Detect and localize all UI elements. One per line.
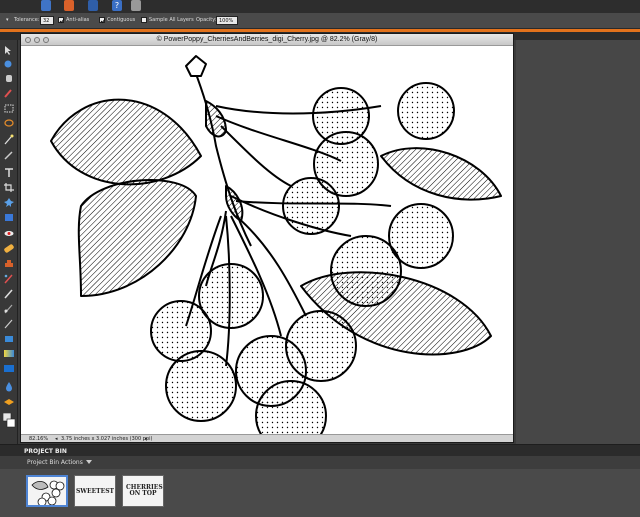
sponge-tool-icon[interactable] (3, 396, 15, 407)
healing-brush-icon[interactable] (3, 243, 15, 254)
tool-options-arrow-icon[interactable]: ▾ (6, 17, 9, 23)
sample-all-layers-checkbox[interactable] (141, 17, 147, 23)
pencil-tool-icon[interactable] (3, 303, 15, 314)
toolbox (0, 40, 18, 444)
straighten-tool-icon[interactable] (3, 212, 15, 223)
panel-area (516, 40, 640, 444)
thumbnail-sweetest-text: SWEETEST (75, 488, 115, 495)
document-window: © PowerPoppy_CherriesAndBerries_digi_Che… (20, 33, 514, 443)
brush-tool-icon[interactable] (3, 288, 15, 299)
save-icon[interactable] (88, 0, 98, 11)
crop-tool-icon[interactable] (3, 182, 15, 193)
zoom-level[interactable]: 82.16% (29, 436, 48, 442)
magic-wand-icon[interactable] (3, 134, 15, 145)
cookie-cutter-icon[interactable] (3, 197, 15, 208)
sample-all-layers-label: Sample All Layers (149, 17, 194, 23)
move-tool-icon[interactable] (3, 45, 15, 56)
project-bin-actions-bar[interactable]: Project Bin Actions (0, 456, 640, 469)
status-menu-arrow-icon[interactable]: ▸ (145, 436, 148, 442)
anti-alias-checkbox[interactable] (58, 17, 65, 24)
zoom-tool-icon[interactable] (3, 59, 15, 70)
project-bin-tab[interactable]: PROJECT BIN (0, 444, 640, 456)
opacity-label: Opacity: (196, 17, 217, 23)
status-arrow-icon[interactable]: ◂ (55, 436, 58, 442)
eyedropper-icon[interactable] (3, 87, 15, 98)
smart-brush-icon[interactable] (3, 273, 15, 284)
document-titlebar[interactable]: © PowerPoppy_CherriesAndBerries_digi_Che… (21, 34, 513, 46)
gradient-tool-icon[interactable] (3, 348, 15, 359)
blur-tool-icon[interactable] (3, 381, 15, 392)
contiguous-label: Contiguous (107, 17, 136, 23)
tool-options-bar: ▾ Tolerance: 32 Anti-alias Contiguous Sa… (0, 13, 640, 29)
contiguous-checkbox[interactable] (99, 17, 106, 24)
project-bin: SWEETEST CHERRIES ON TOP (0, 469, 640, 517)
cherry-illustration (50, 55, 502, 434)
type-tool-icon[interactable] (3, 167, 15, 178)
tolerance-input[interactable]: 32 (40, 16, 54, 25)
eraser-tool-icon[interactable] (3, 318, 15, 329)
workspace-icon[interactable] (131, 0, 141, 11)
thumbnail-cherries-text: CHERRIES ON TOP (126, 484, 163, 497)
image-canvas[interactable] (21, 46, 513, 434)
thumbnail-sweetest[interactable]: SWEETEST (74, 475, 116, 507)
tolerance-label: Tolerance: (14, 17, 40, 23)
document-size-info: 3.75 inches x 3.027 inches (300 ppi) (61, 436, 153, 442)
clone-stamp-icon[interactable] (3, 258, 15, 269)
project-bin-actions-label: Project Bin Actions (27, 459, 83, 466)
project-bin-label: PROJECT BIN (24, 448, 67, 455)
thumbnail-cherries-on-top[interactable]: CHERRIES ON TOP (122, 475, 164, 507)
opacity-input[interactable]: 100% (216, 16, 238, 25)
lasso-tool-icon[interactable] (3, 118, 15, 129)
document-status-bar: 82.16% ◂ 3.75 inches x 3.027 inches (300… (21, 434, 513, 442)
application-bar: ? (0, 0, 640, 13)
open-icon[interactable] (41, 0, 51, 11)
organizer-icon[interactable] (64, 0, 74, 11)
paint-bucket-icon[interactable] (3, 333, 15, 344)
chevron-down-icon[interactable] (86, 460, 92, 464)
color-swatches-icon[interactable] (3, 413, 15, 433)
quick-selection-icon[interactable] (3, 150, 15, 161)
hand-tool-icon[interactable] (3, 73, 15, 84)
anti-alias-label: Anti-alias (66, 17, 90, 23)
red-eye-tool-icon[interactable] (3, 228, 15, 239)
document-title: © PowerPoppy_CherriesAndBerries_digi_Che… (156, 36, 378, 43)
help-icon[interactable]: ? (112, 0, 122, 11)
marquee-tool-icon[interactable] (3, 103, 15, 114)
shape-tool-icon[interactable] (3, 363, 15, 374)
thumbnail-cherry[interactable] (26, 475, 68, 507)
